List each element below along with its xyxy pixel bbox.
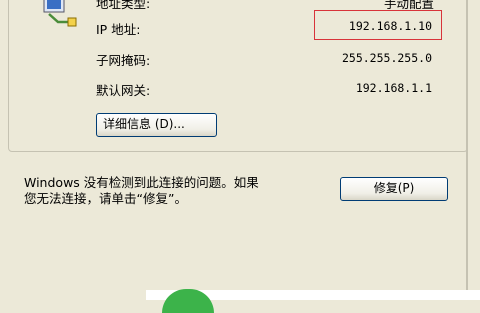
details-button[interactable]: 详细信息 (D)... bbox=[96, 113, 217, 137]
address-type-label: 地址类型: bbox=[96, 0, 151, 11]
repair-button[interactable]: 修复(P) bbox=[340, 177, 448, 201]
window-edge bbox=[466, 0, 468, 300]
default-gateway-label: 默认网关: bbox=[96, 83, 151, 98]
ip-highlight-box bbox=[314, 10, 442, 40]
subnet-mask-value: 255.255.255.0 bbox=[341, 51, 432, 65]
repair-message: Windows 没有检测到此连接的问题。如果 您无法连接，请单击“修复”。 bbox=[24, 175, 332, 207]
default-gateway-value: 192.168.1.1 bbox=[355, 81, 432, 95]
repair-message-line2: 您无法连接，请单击“修复”。 bbox=[24, 191, 187, 206]
repair-message-line1: Windows 没有检测到此连接的问题。如果 bbox=[24, 175, 259, 190]
subnet-mask-label: 子网掩码: bbox=[96, 53, 151, 68]
network-connection-icon bbox=[43, 0, 77, 27]
ip-address-label: IP 地址: bbox=[96, 22, 141, 37]
